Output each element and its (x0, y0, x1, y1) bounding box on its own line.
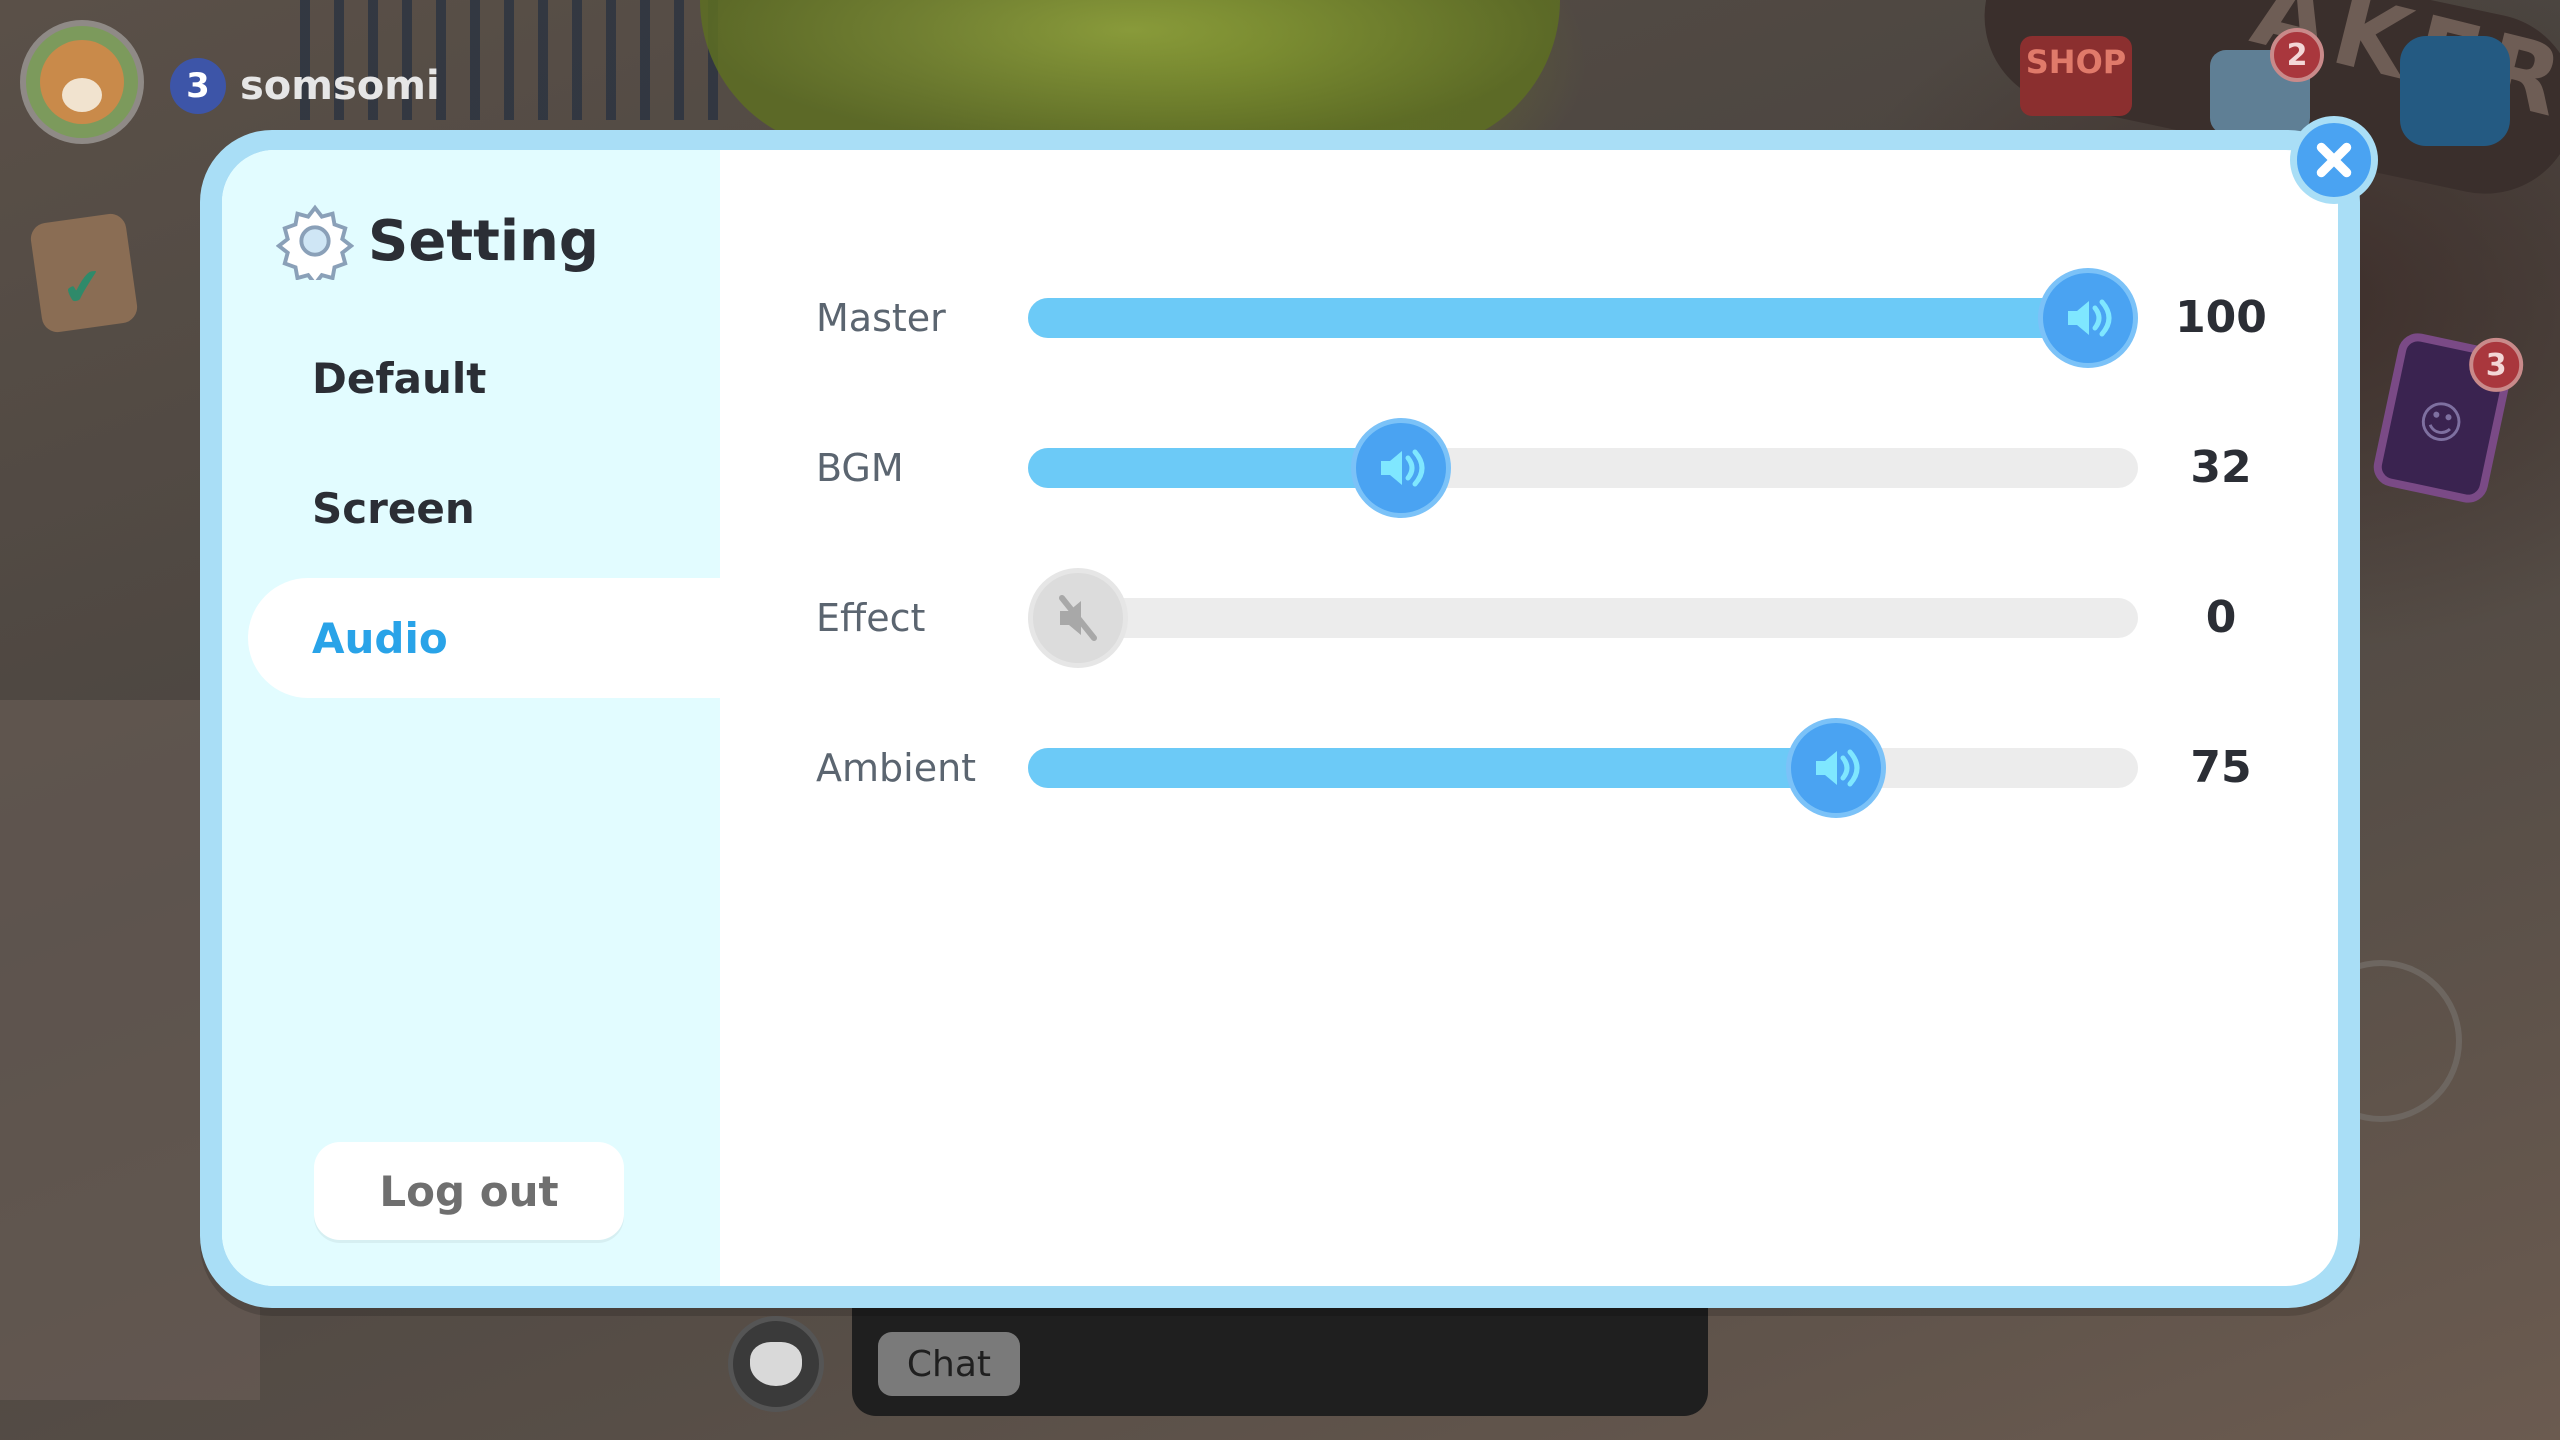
slider-thumb[interactable] (2038, 268, 2138, 368)
tab-default[interactable]: Default (248, 318, 720, 438)
close-button[interactable] (2290, 116, 2378, 204)
player-name: somsomi (240, 63, 440, 109)
mail-badge: 2 (2270, 28, 2324, 82)
slider-value: 75 (2190, 742, 2252, 793)
slider-label: Effect (816, 596, 926, 640)
player-avatar[interactable] (20, 20, 144, 144)
settings-dialog-body: Setting Default Screen Audio Log out Mas… (222, 150, 2338, 1286)
gear-icon (276, 204, 354, 280)
ambient-volume-slider[interactable] (1028, 718, 2138, 818)
speaker-icon (2068, 299, 2112, 337)
tab-audio[interactable]: Audio (248, 578, 720, 698)
effect-volume-slider[interactable] (1028, 568, 2138, 668)
audio-row-effect: Effect 0 (816, 568, 2336, 668)
slider-fill (1028, 448, 1402, 488)
close-icon (2316, 142, 2352, 178)
corgi-avatar-icon (40, 40, 124, 124)
bush-decoration (700, 0, 1560, 150)
slider-thumb[interactable] (1785, 718, 1886, 818)
cat-face-icon (750, 1342, 802, 1386)
master-volume-slider[interactable] (1028, 268, 2138, 368)
slider-value: 100 (2175, 292, 2267, 343)
slider-value: 32 (2190, 442, 2252, 493)
emote-button[interactable] (728, 1316, 824, 1412)
slider-fill (1028, 748, 1836, 788)
shop-button[interactable]: SHOP (2020, 36, 2132, 116)
muted-speaker-icon (1059, 595, 1097, 641)
settings-sidebar: Setting Default Screen Audio Log out (222, 150, 720, 1286)
bgm-volume-slider[interactable] (1028, 418, 2138, 518)
tab-screen[interactable]: Screen (248, 448, 720, 568)
chat-button[interactable]: Chat (878, 1332, 1020, 1396)
backpack-button[interactable] (2400, 36, 2510, 146)
phone-badge: 3 (2469, 337, 2524, 392)
quest-clipboard-button[interactable]: ✔ (28, 211, 140, 335)
speaker-icon (1815, 749, 1859, 787)
mail-button[interactable]: 2 (2210, 28, 2324, 134)
slider-thumb[interactable] (1351, 418, 1452, 518)
audio-row-master: Master 100 (816, 268, 2336, 368)
slider-label: Ambient (816, 746, 977, 790)
slider-fill (1028, 298, 2088, 338)
slider-label: Master (816, 296, 946, 340)
audio-row-ambient: Ambient 75 (816, 718, 2336, 818)
dialog-title: Setting (368, 208, 599, 274)
slider-label: BGM (816, 446, 904, 490)
slider-value: 0 (2205, 592, 2237, 643)
checkmark-icon: ✔ (58, 255, 108, 319)
logout-button[interactable]: Log out (314, 1142, 624, 1240)
settings-dialog: Setting Default Screen Audio Log out Mas… (200, 130, 2360, 1308)
player-level-badge: 3 (170, 58, 226, 114)
smiley-icon: ☺ (2413, 393, 2469, 453)
slider-thumb[interactable] (1028, 568, 1128, 668)
audio-row-bgm: BGM 32 (816, 418, 2336, 518)
speaker-icon (1381, 449, 1425, 487)
dialog-header: Setting (276, 202, 599, 280)
